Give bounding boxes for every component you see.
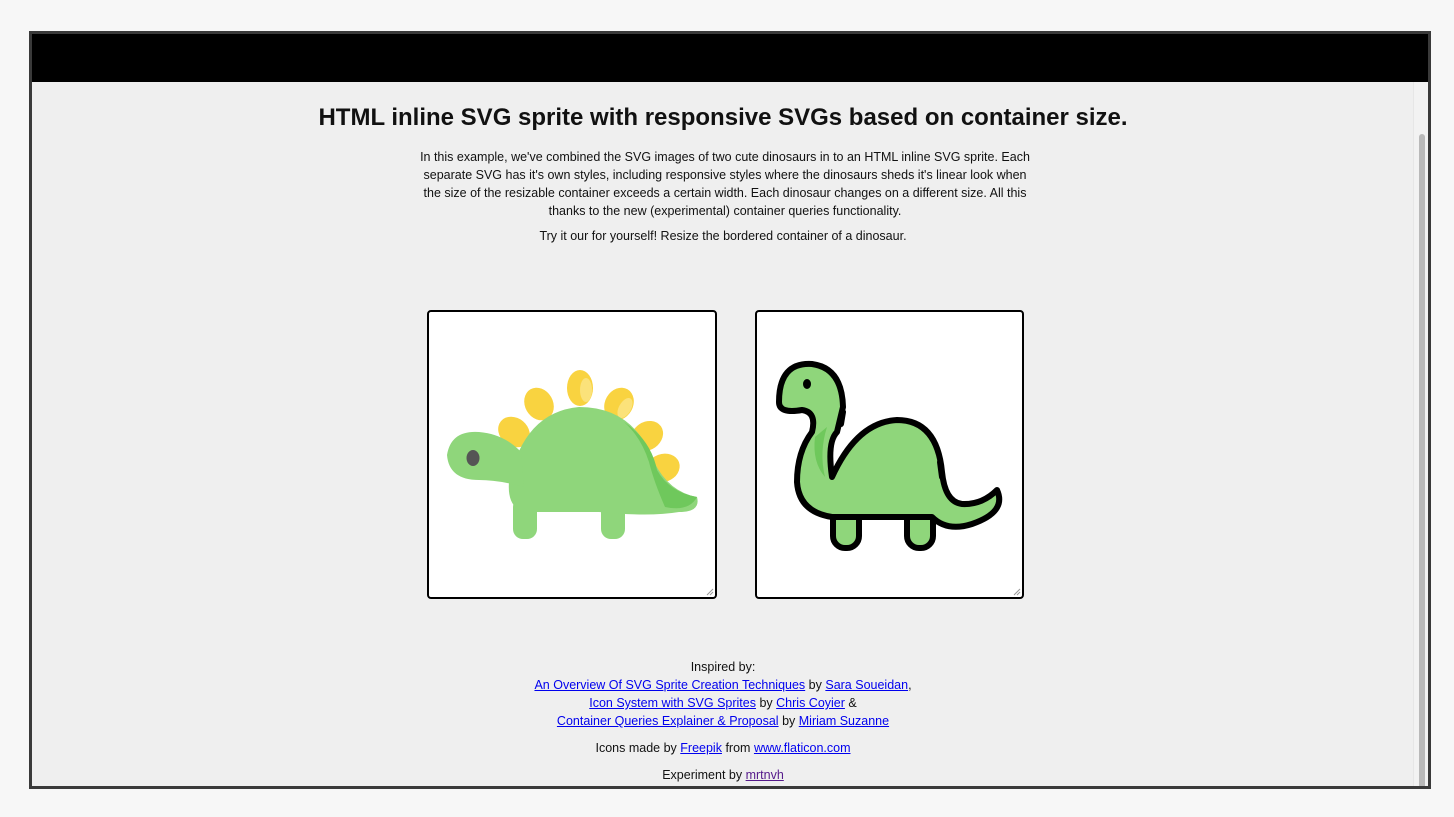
sara-soueidan-link[interactable]: Sara Soueidan — [825, 678, 908, 692]
inspired-by-label: Inspired by: — [690, 660, 756, 674]
browser-frame: HTML inline SVG sprite with responsive S… — [29, 31, 1431, 789]
credit-line-1: An Overview Of SVG Sprite Creation Techn… — [32, 676, 1414, 694]
icons-made-by-text: Icons made by — [595, 741, 677, 755]
credits-section: Inspired by: An Overview Of SVG Sprite C… — [32, 658, 1414, 784]
credit-line-3: Container Queries Explainer & Proposal b… — [32, 712, 1414, 730]
page-content: HTML inline SVG sprite with responsive S… — [32, 82, 1414, 786]
credit-line-2: Icon System with SVG Sprites by Chris Co… — [32, 694, 1414, 712]
experiment-by-text: Experiment by — [662, 768, 743, 782]
scrollbar-thumb[interactable] — [1419, 134, 1425, 786]
icon-system-link[interactable]: Icon System with SVG Sprites — [589, 696, 756, 710]
from-text: from — [725, 741, 751, 755]
flaticon-link[interactable]: www.flaticon.com — [754, 741, 851, 755]
by-text: by — [759, 696, 773, 710]
separator-text: , — [908, 678, 912, 692]
by-text: by — [808, 678, 822, 692]
try-it-text: Try it our for yourself! Resize the bord… — [539, 229, 907, 243]
chris-coyier-link[interactable]: Chris Coyier — [776, 696, 845, 710]
window-top-bar — [32, 34, 1428, 82]
freepik-link[interactable]: Freepik — [680, 741, 722, 755]
miriam-suzanne-link[interactable]: Miriam Suzanne — [799, 714, 889, 728]
by-text: by — [782, 714, 796, 728]
icons-credit-line: Icons made by Freepik from www.flaticon.… — [32, 739, 1414, 757]
mrtnvh-link[interactable]: mrtnvh — [746, 768, 784, 782]
intro-paragraph: In this example, we've combined the SVG … — [420, 150, 1030, 218]
sprite-techniques-link[interactable]: An Overview Of SVG Sprite Creation Techn… — [534, 678, 805, 692]
resize-handle-icon[interactable] — [706, 588, 714, 596]
container-queries-link[interactable]: Container Queries Explainer & Proposal — [557, 714, 779, 728]
vertical-scrollbar[interactable] — [1413, 82, 1428, 786]
experiment-credit-line: Experiment by mrtnvh — [32, 766, 1414, 784]
page-title: HTML inline SVG sprite with responsive S… — [318, 104, 1128, 131]
resizable-container-stegosaurus[interactable] — [427, 310, 717, 599]
stegosaurus-icon — [447, 370, 698, 539]
separator-text: & — [848, 696, 857, 710]
resizable-container-brontosaurus[interactable] — [755, 310, 1024, 599]
resize-handle-icon[interactable] — [1013, 588, 1021, 596]
brontosaurus-icon — [776, 360, 1003, 551]
